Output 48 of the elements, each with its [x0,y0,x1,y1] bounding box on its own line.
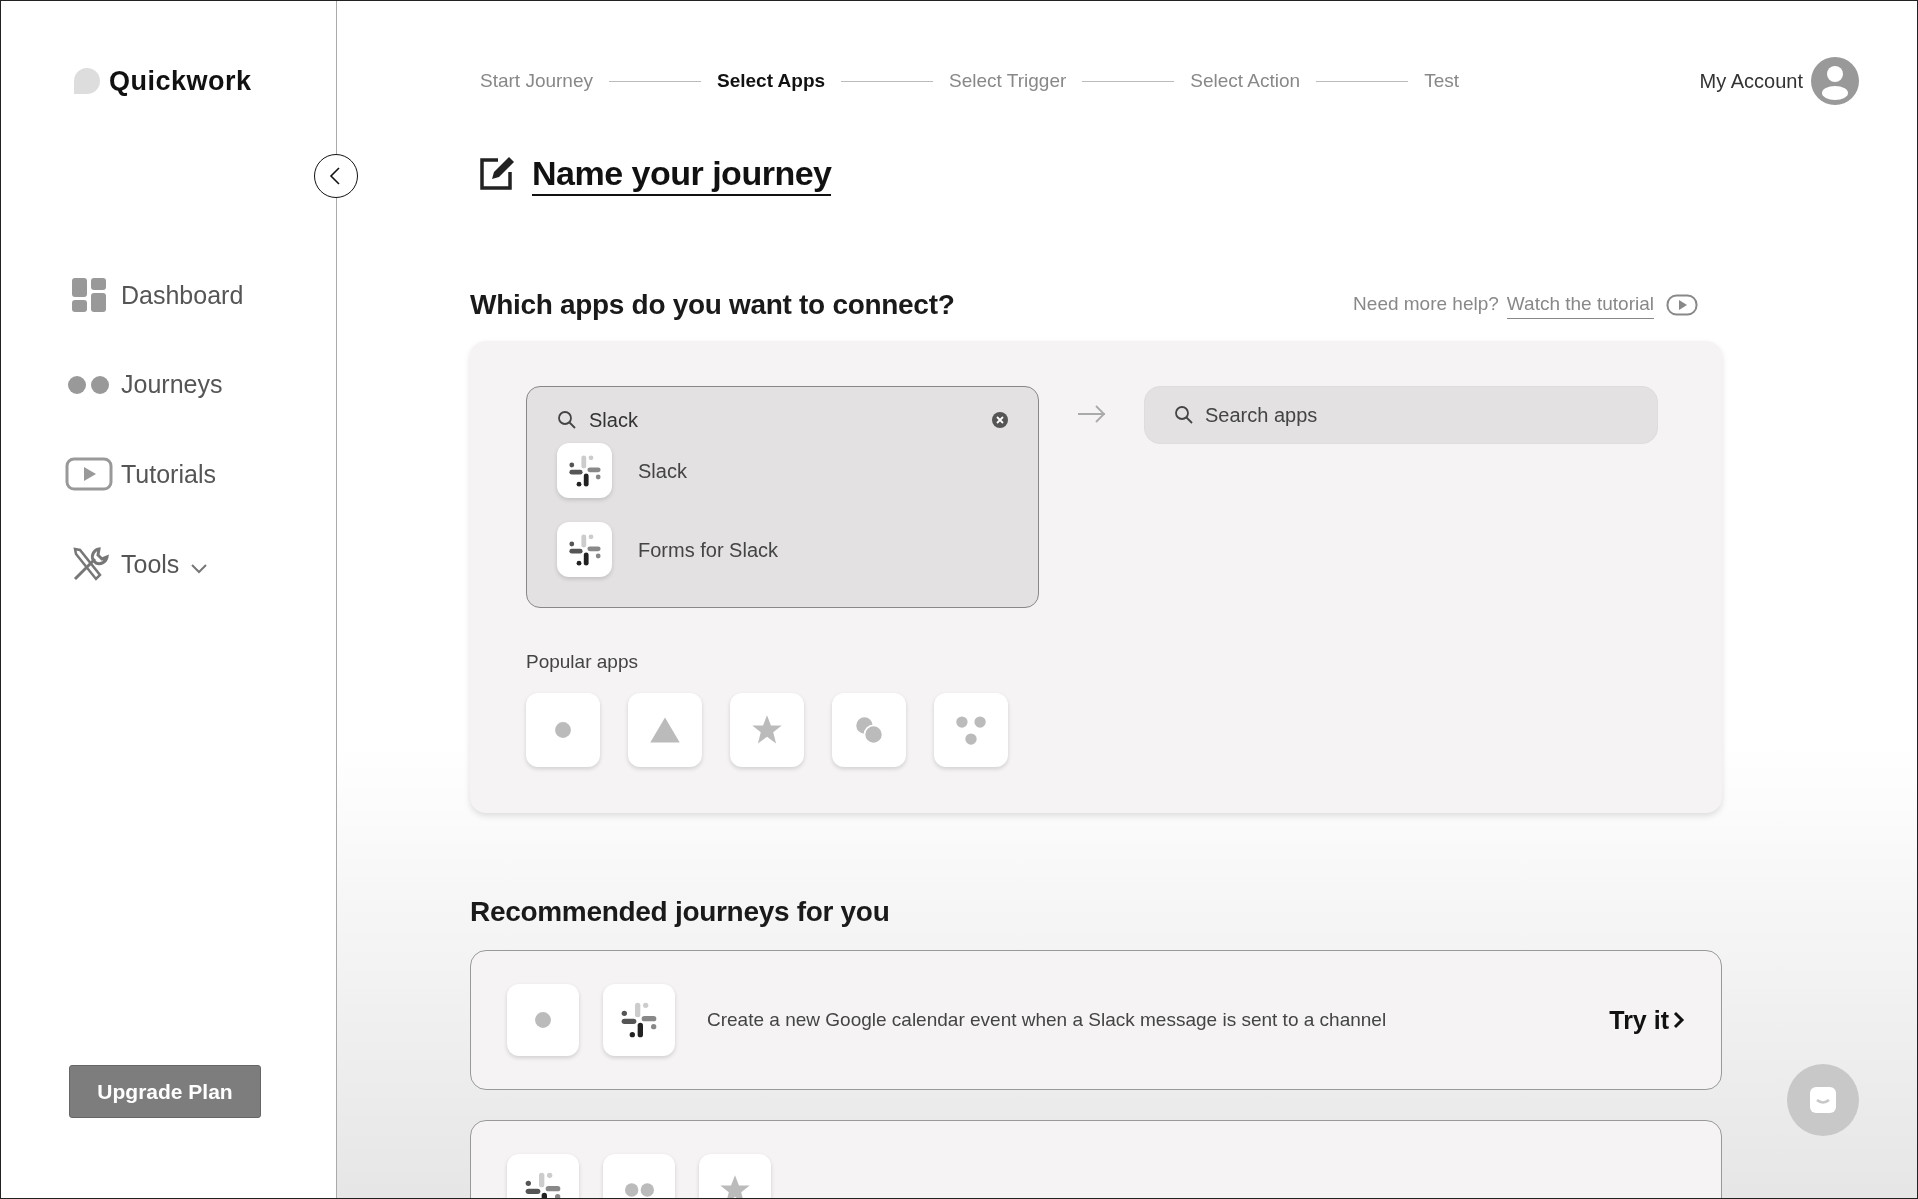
app-tile[interactable] [934,692,1008,767]
try-it-button[interactable]: Try it [1609,1001,1685,1040]
search-icon [1174,405,1194,426]
slack-logo-icon [523,1170,563,1198]
clear-button[interactable] [992,412,1008,429]
app-search-field[interactable]: Search apps [1144,386,1658,445]
brand-name: Quickwork [109,65,252,98]
sidebar-item[interactable]: Tools [65,545,336,585]
section-heading: Which apps do you want to connect? [470,287,955,322]
step-tab[interactable]: Start Journey [480,66,593,96]
dashboard-grid-icon [71,277,107,314]
search-result[interactable]: Forms for Slack [638,534,779,565]
app-tile[interactable] [526,692,600,767]
section-heading: Recommended journeys for you [470,894,891,929]
popular-apps-label: Popular apps [526,650,639,675]
logo-icon [73,67,101,96]
search-icon [557,410,577,431]
chat-icon [1808,1085,1838,1115]
step-tab[interactable]: Select Apps [717,66,826,96]
app-tile[interactable] [730,692,804,767]
chevron-right-icon [1673,1011,1685,1030]
two-circles-icon [624,1183,654,1198]
step-tab[interactable]: Select Trigger [949,66,1067,96]
sidebar-item[interactable]: Journeys [65,366,336,404]
sidebar-item[interactable]: Dashboard [65,276,336,314]
slack-logo-icon [566,531,603,568]
collapse-button[interactable] [314,154,358,198]
step-tab[interactable]: Select Action [1190,66,1301,96]
slack-logo-icon [566,452,603,489]
app-tile[interactable] [832,692,906,767]
avatar-icon [1811,57,1859,105]
step-tab[interactable]: Test [1424,66,1459,96]
search-result[interactable]: Slack [638,455,687,486]
app-tile[interactable] [628,692,702,767]
account-label[interactable]: My Account [1699,66,1803,96]
journey-name-field[interactable]: Name your journey [532,153,832,196]
play-button-icon [1666,293,1698,316]
upgrade-plan-button[interactable]: Upgrade Plan [69,1065,261,1118]
app-search-dropdown[interactable]: Slack Slack Forms for Slack [526,386,1039,609]
two-circles-icon [67,374,111,395]
help-text: Need more help? [1353,292,1499,317]
journey-description: Create a new Google calendar event when a Slack message is sent to a channel [707,1008,1387,1033]
tutorial-link[interactable]: Watch the tutorial [1506,289,1654,320]
journey-card[interactable]: Create a new Google calendar event when a Slack message is sent to a channel Try it [470,950,1722,1091]
sidebar-item[interactable]: Tutorials [65,455,336,493]
arrow-right-icon [1077,404,1107,425]
play-button-icon [65,457,113,492]
chevron-down-icon [191,564,208,574]
